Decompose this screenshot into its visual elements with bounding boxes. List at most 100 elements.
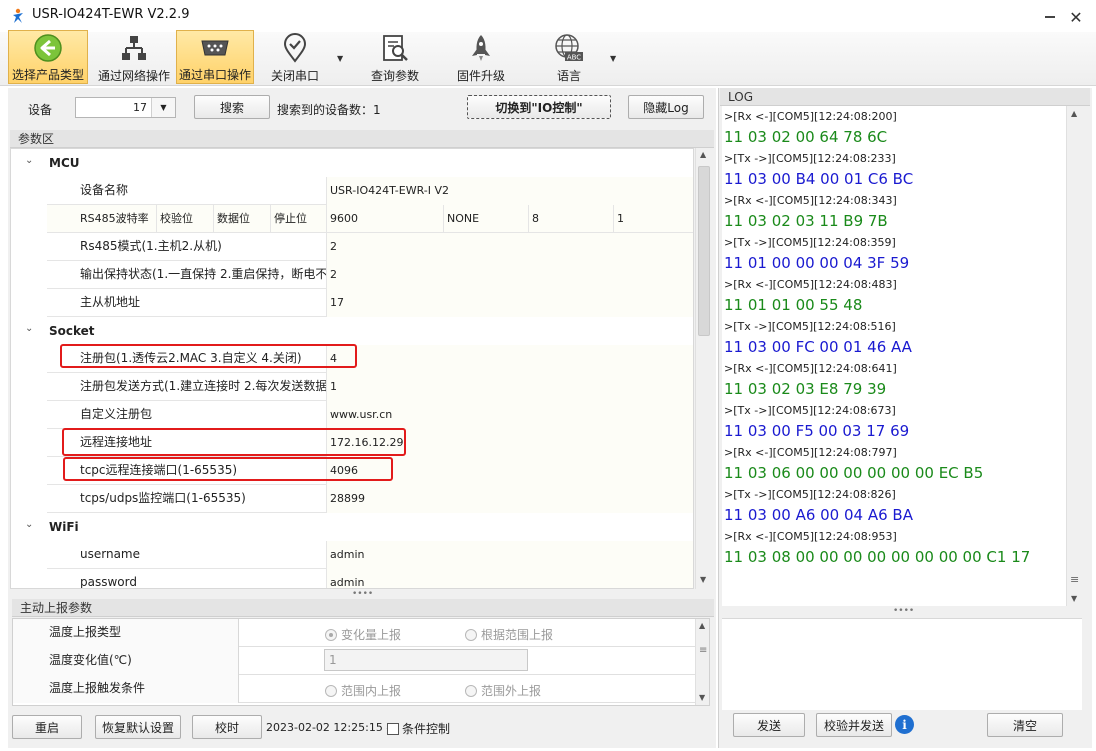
log-meta-line: >[Tx ->][COM5][12:24:08:516] [724, 320, 896, 333]
restore-defaults-button[interactable]: 恢复默认设置 [95, 715, 181, 739]
param-value[interactable]: 2 [327, 261, 693, 289]
group-mcu[interactable]: ⌄ MCU [11, 149, 693, 177]
clear-button[interactable]: 清空 [987, 713, 1063, 737]
scroll-grip-icon[interactable]: ≡ [699, 645, 707, 656]
report-label: 温度变化值(℃) [13, 647, 239, 675]
scroll-down-icon[interactable]: ▼ [1071, 594, 1077, 603]
param-row[interactable]: Rs485模式(1.主机2.从机) 2 [47, 233, 693, 261]
location-check-icon [283, 33, 307, 63]
chevron-down-icon[interactable]: ⌄ [25, 519, 33, 530]
param-row[interactable]: 输出保持状态(1.一直保持 2.重启保持，断电不 2 [47, 261, 693, 289]
rs485-row[interactable]: RS485波特率 校验位 数据位 停止位 9600 NONE 8 1 [47, 205, 693, 233]
report-row: 温度上报触发条件 范围内上报 范围外上报 [13, 675, 695, 703]
close-icon: ✕ [1069, 7, 1083, 27]
radio-change-report[interactable]: 变化量上报 [325, 626, 401, 643]
hide-log-button[interactable]: 隐藏Log [628, 95, 704, 119]
sync-time-button[interactable]: 校时 [192, 715, 262, 739]
send-button[interactable]: 发送 [733, 713, 805, 737]
restart-button[interactable]: 重启 [12, 715, 82, 739]
report-grid: 温度上报类型 变化量上报 根据范围上报 温度变化值(℃) 1 温度上报触发条件 … [12, 618, 710, 706]
param-row[interactable]: username admin [47, 541, 693, 569]
param-value[interactable]: 2 [327, 233, 693, 261]
report-scrollbar[interactable]: ▲ ≡ ▼ [695, 619, 709, 705]
radio-label: 范围内上报 [341, 684, 402, 698]
search-document-icon [383, 35, 408, 61]
scroll-up-icon[interactable]: ▲ [700, 150, 706, 159]
splitter-grip-icon[interactable]: •••• [352, 589, 373, 599]
param-label: 输出保持状态(1.一直保持 2.重启保持，断电不 [47, 261, 327, 289]
param-row[interactable]: password admin [47, 569, 693, 588]
network-operation-button[interactable]: 通过网络操作 [94, 30, 174, 84]
close-button[interactable]: ✕ [1064, 7, 1088, 27]
log-hex-line: 11 03 02 03 11 B9 7B [724, 212, 888, 230]
log-meta-line: >[Rx <-][COM5][12:24:08:953] [724, 530, 897, 543]
check-and-send-button[interactable]: 校验并发送 [816, 713, 892, 737]
rs485-value[interactable]: NONE [444, 205, 529, 233]
param-value[interactable]: 17 [327, 289, 693, 317]
device-select[interactable]: 17 ▼ [75, 97, 176, 118]
param-value[interactable]: admin [327, 541, 693, 569]
param-scrollbar[interactable]: ▲ ▼ [695, 148, 712, 589]
log-hex-line: 11 03 00 B4 00 01 C6 BC [724, 170, 914, 188]
param-value[interactable]: 28899 [327, 485, 693, 513]
scroll-down-icon[interactable]: ▼ [699, 693, 705, 702]
radio-icon [325, 628, 337, 641]
serial-operation-button[interactable]: 通过串口操作 [176, 30, 254, 84]
param-value[interactable]: 4 [327, 345, 693, 373]
close-serial-button[interactable]: 关闭串口 [260, 30, 330, 84]
log-meta-line: >[Tx ->][COM5][12:24:08:359] [724, 236, 896, 249]
param-value[interactable]: admin [327, 569, 693, 588]
select-product-type-button[interactable]: 选择产品类型 [8, 30, 88, 84]
rs485-value[interactable]: 8 [529, 205, 614, 233]
log-meta-line: >[Tx ->][COM5][12:24:08:673] [724, 404, 896, 417]
log-scrollbar[interactable]: ▲ ≡ ▼ [1066, 106, 1083, 606]
log-output[interactable]: >[Rx <-][COM5][12:24:08:200] 11 03 02 00 … [722, 106, 1082, 606]
param-row[interactable]: 注册包发送方式(1.建立连接时 2.每次发送数据 1 [47, 373, 693, 401]
temperature-change-input[interactable]: 1 [324, 649, 528, 671]
condition-control-checkbox[interactable]: 条件控制 [387, 720, 450, 737]
switch-io-control-button[interactable]: 切换到"IO控制" [467, 95, 611, 119]
param-row[interactable]: 自定义注册包 www.usr.cn [47, 401, 693, 429]
param-value[interactable]: www.usr.cn [327, 401, 693, 429]
log-hex-line: 11 03 00 FC 00 01 46 AA [724, 338, 912, 356]
close-serial-dropdown-icon[interactable]: ▼ [337, 54, 343, 63]
language-button[interactable]: ABC 语言 [534, 30, 604, 84]
log-hex-line: 11 01 00 00 00 04 3F 59 [724, 254, 910, 272]
chevron-down-icon[interactable]: ⌄ [25, 323, 33, 334]
radio-range-report[interactable]: 根据范围上报 [465, 626, 553, 643]
send-input-area[interactable] [722, 618, 1082, 710]
group-name: WiFi [49, 520, 79, 534]
param-row[interactable]: 设备名称 USR-IO424T-EWR-I V2 [47, 177, 693, 205]
param-row[interactable]: tcps/udps监控端口(1-65535) 28899 [47, 485, 693, 513]
info-icon[interactable]: i [895, 715, 914, 734]
search-button[interactable]: 搜索 [194, 95, 270, 119]
log-hex-line: 11 03 02 03 E8 79 39 [724, 380, 887, 398]
group-socket[interactable]: ⌄ Socket [11, 317, 693, 345]
log-header: LOG [720, 88, 1090, 106]
language-dropdown-icon[interactable]: ▼ [610, 54, 616, 63]
radio-icon [325, 684, 337, 697]
checkbox-icon[interactable] [387, 722, 399, 735]
rs485-value[interactable]: 9600 [327, 205, 444, 233]
scroll-down-icon[interactable]: ▼ [700, 575, 706, 584]
query-params-button[interactable]: 查询参数 [360, 30, 430, 84]
rs485-value[interactable]: 1 [614, 205, 693, 233]
param-label: tcps/udps监控端口(1-65535) [47, 485, 327, 513]
log-meta-line: >[Rx <-][COM5][12:24:08:483] [724, 278, 897, 291]
firmware-upgrade-button[interactable]: 固件升级 [446, 30, 516, 84]
splitter-grip-icon[interactable]: •••• [893, 606, 914, 616]
group-wifi[interactable]: ⌄ WiFi [11, 513, 693, 541]
scrollbar-thumb[interactable] [698, 166, 710, 336]
param-row[interactable]: 主从机地址 17 [47, 289, 693, 317]
radio-in-range-report[interactable]: 范围内上报 [325, 682, 401, 699]
chevron-down-icon[interactable]: ⌄ [25, 155, 33, 166]
scroll-grip-icon[interactable]: ≡ [1070, 573, 1079, 586]
log-hex-line: 11 03 06 00 00 00 00 00 00 EC B5 [724, 464, 984, 482]
param-value[interactable]: 1 [327, 373, 693, 401]
param-value[interactable]: USR-IO424T-EWR-I V2 [327, 177, 693, 205]
chevron-down-icon[interactable]: ▼ [151, 98, 175, 117]
scroll-up-icon[interactable]: ▲ [699, 621, 705, 630]
minimize-button[interactable] [1038, 7, 1062, 27]
scroll-up-icon[interactable]: ▲ [1071, 109, 1077, 118]
radio-out-range-report[interactable]: 范围外上报 [465, 682, 541, 699]
